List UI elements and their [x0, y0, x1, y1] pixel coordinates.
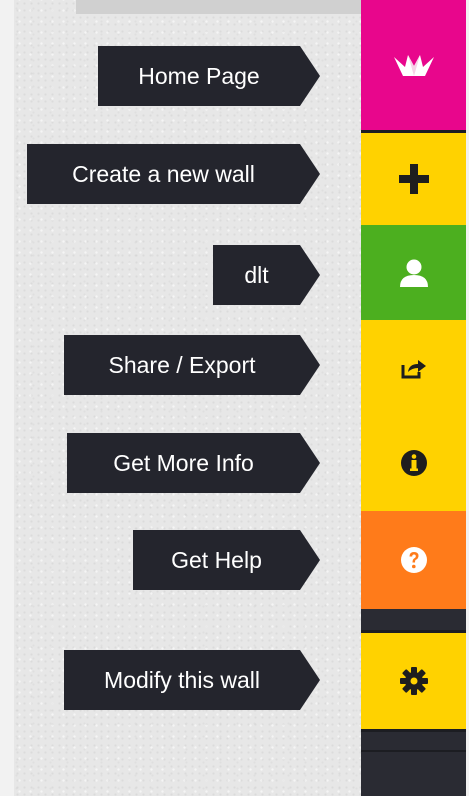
question-icon [400, 547, 427, 573]
tooltip-user: dlt [213, 245, 320, 305]
tooltip-modify-wall: Modify this wall [64, 650, 320, 710]
plus-icon [398, 164, 429, 194]
tooltip-create-new-wall: Create a new wall [27, 144, 320, 204]
sidebar-divider [361, 729, 466, 732]
share-export-button[interactable] [361, 320, 466, 415]
tooltip-get-more-info: Get More Info [67, 433, 320, 493]
modify-wall-button[interactable] [361, 633, 466, 729]
get-help-button[interactable] [361, 511, 466, 609]
tooltip-home-page: Home Page [98, 46, 320, 106]
sidebar-divider [361, 750, 466, 752]
create-new-wall-button[interactable] [361, 133, 466, 225]
sidebar-gap [361, 612, 466, 630]
user-icon [399, 259, 429, 287]
gear-icon [399, 667, 428, 695]
share-icon [401, 357, 427, 379]
info-icon [400, 450, 427, 476]
top-bar [76, 0, 361, 14]
get-more-info-button[interactable] [361, 415, 466, 511]
sidebar-menu [361, 0, 469, 796]
left-margin [0, 0, 14, 796]
tooltip-share-export: Share / Export [64, 335, 320, 395]
tooltip-get-help: Get Help [133, 530, 320, 590]
user-profile-button[interactable] [361, 225, 466, 320]
paper-crane-icon [393, 52, 434, 78]
home-page-button[interactable] [361, 0, 466, 130]
